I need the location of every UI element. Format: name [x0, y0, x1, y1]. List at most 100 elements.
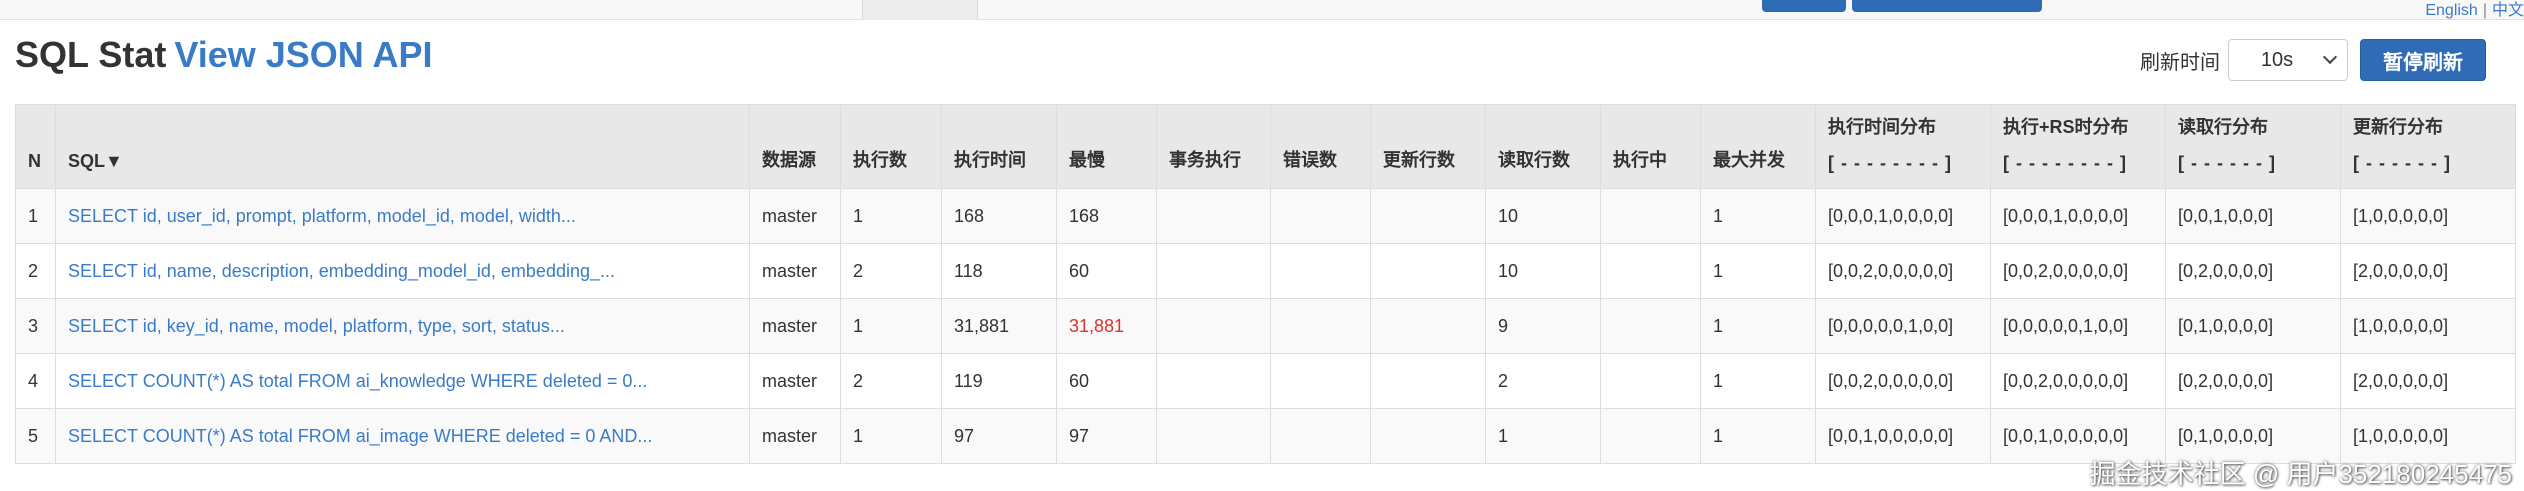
cell-exec-hist: [0,0,0,1,0,0,0,0] — [1816, 189, 1991, 244]
cell-running — [1601, 299, 1701, 354]
cell-exec-hist: [0,0,2,0,0,0,0,0] — [1816, 244, 1991, 299]
cell-n: 2 — [16, 244, 56, 299]
sql-detail-link[interactable]: SELECT COUNT(*) AS total FROM ai_image W… — [68, 426, 652, 446]
table-row: 1 SELECT id, user_id, prompt, platform, … — [16, 189, 2516, 244]
sql-detail-link[interactable]: SELECT COUNT(*) AS total FROM ai_knowled… — [68, 371, 647, 391]
cell-error-count — [1271, 354, 1371, 409]
cell-exec-count: 1 — [841, 409, 942, 464]
cell-datasource: master — [750, 409, 841, 464]
col-header-exec-rs-hist[interactable]: 执行+RS时分布 [ - - - - - - - - ] — [1991, 105, 2166, 189]
cell-datasource: master — [750, 189, 841, 244]
nav-button-1[interactable] — [1762, 0, 1846, 12]
cell-n: 3 — [16, 299, 56, 354]
cell-slowest: 60 — [1057, 244, 1157, 299]
cell-max-concurrent: 1 — [1701, 409, 1816, 464]
cell-exec-time: 97 — [942, 409, 1057, 464]
col-header-sql[interactable]: SQL▼ — [56, 105, 750, 189]
sql-detail-link[interactable]: SELECT id, key_id, name, model, platform… — [68, 316, 565, 336]
cell-read-rows: 2 — [1486, 354, 1601, 409]
col-header-n[interactable]: N — [16, 105, 56, 189]
col-header-exec-count[interactable]: 执行数 — [841, 105, 942, 189]
cell-max-concurrent: 1 — [1701, 189, 1816, 244]
col-header-read-rows[interactable]: 读取行数 — [1486, 105, 1601, 189]
cell-read-hist: [0,1,0,0,0,0] — [2166, 299, 2341, 354]
watermark: 掘金技术社区 @ 用户352180245475 — [2090, 454, 2512, 491]
cell-update-rows — [1371, 354, 1486, 409]
cell-slowest: 168 — [1057, 189, 1157, 244]
cell-txn-exec — [1157, 354, 1271, 409]
cell-running — [1601, 354, 1701, 409]
cell-exec-rs-hist: [0,0,2,0,0,0,0,0] — [1991, 354, 2166, 409]
cell-datasource: master — [750, 244, 841, 299]
cell-error-count — [1271, 409, 1371, 464]
cell-exec-hist: [0,0,2,0,0,0,0,0] — [1816, 354, 1991, 409]
cell-max-concurrent: 1 — [1701, 244, 1816, 299]
cell-sql: SELECT id, key_id, name, model, platform… — [56, 299, 750, 354]
nav-button-2[interactable] — [1852, 0, 2042, 12]
lang-chinese-link[interactable]: 中文 — [2492, 2, 2524, 19]
col-header-running[interactable]: 执行中 — [1601, 105, 1701, 189]
col-header-error-count[interactable]: 错误数 — [1271, 105, 1371, 189]
cell-read-hist: [0,0,1,0,0,0] — [2166, 189, 2341, 244]
table-row: 3 SELECT id, key_id, name, model, platfo… — [16, 299, 2516, 354]
cell-max-concurrent: 1 — [1701, 354, 1816, 409]
cell-exec-hist: [0,0,0,0,0,1,0,0] — [1816, 299, 1991, 354]
cell-read-rows: 10 — [1486, 189, 1601, 244]
top-navbar: English | 中文 — [0, 0, 2524, 20]
col-header-update-rows[interactable]: 更新行数 — [1371, 105, 1486, 189]
chevron-down-icon — [2323, 50, 2337, 64]
exec-hist-title: 执行时间分布 — [1828, 117, 1936, 137]
col-header-datasource[interactable]: 数据源 — [750, 105, 841, 189]
refresh-interval-select[interactable]: 10s — [2228, 39, 2348, 81]
col-header-exec-hist[interactable]: 执行时间分布 [ - - - - - - - - ] — [1816, 105, 1991, 189]
read-hist-title: 读取行分布 — [2178, 117, 2268, 137]
cell-update-hist: [1,0,0,0,0,0] — [2341, 189, 2516, 244]
cell-read-hist: [0,2,0,0,0,0] — [2166, 244, 2341, 299]
cell-exec-hist: [0,0,1,0,0,0,0,0] — [1816, 409, 1991, 464]
cell-error-count — [1271, 244, 1371, 299]
sql-detail-link[interactable]: SELECT id, name, description, embedding_… — [68, 261, 615, 281]
cell-txn-exec — [1157, 409, 1271, 464]
sql-detail-link[interactable]: SELECT id, user_id, prompt, platform, mo… — [68, 206, 576, 226]
cell-sql: SELECT COUNT(*) AS total FROM ai_knowled… — [56, 354, 750, 409]
cell-error-count — [1271, 189, 1371, 244]
cell-running — [1601, 409, 1701, 464]
nav-tab[interactable] — [862, 0, 978, 20]
cell-txn-exec — [1157, 244, 1271, 299]
table-row: 4 SELECT COUNT(*) AS total FROM ai_knowl… — [16, 354, 2516, 409]
cell-slowest-highlighted: 31,881 — [1057, 299, 1157, 354]
cell-exec-time: 31,881 — [942, 299, 1057, 354]
cell-exec-time: 168 — [942, 189, 1057, 244]
col-header-update-hist[interactable]: 更新行分布 [ - - - - - - ] — [2341, 105, 2516, 189]
pause-refresh-button[interactable]: 暂停刷新 — [2360, 39, 2486, 81]
update-hist-title: 更新行分布 — [2353, 117, 2443, 137]
cell-datasource: master — [750, 299, 841, 354]
cell-max-concurrent: 1 — [1701, 299, 1816, 354]
sql-stat-table-container: N SQL▼ 数据源 执行数 执行时间 最慢 事务执行 错误数 更新行数 读取行… — [15, 104, 2515, 464]
cell-datasource: master — [750, 354, 841, 409]
lang-english-link[interactable]: English — [2425, 2, 2477, 19]
col-header-max-concurrent[interactable]: 最大并发 — [1701, 105, 1816, 189]
table-row: 2 SELECT id, name, description, embeddin… — [16, 244, 2516, 299]
cell-update-rows — [1371, 409, 1486, 464]
cell-exec-rs-hist: [0,0,0,1,0,0,0,0] — [1991, 189, 2166, 244]
refresh-interval-value: 10s — [2261, 49, 2293, 72]
cell-n: 5 — [16, 409, 56, 464]
cell-error-count — [1271, 299, 1371, 354]
cell-read-rows: 10 — [1486, 244, 1601, 299]
page-title-text: SQL Stat — [15, 34, 166, 75]
cell-read-hist: [0,2,0,0,0,0] — [2166, 354, 2341, 409]
lang-separator: | — [2483, 2, 2487, 19]
col-header-slowest[interactable]: 最慢 — [1057, 105, 1157, 189]
view-json-api-link[interactable]: View JSON API — [174, 34, 432, 75]
language-switcher: English | 中文 — [2425, 0, 2524, 20]
refresh-interval-label: 刷新时间 — [2140, 46, 2220, 75]
col-header-exec-time[interactable]: 执行时间 — [942, 105, 1057, 189]
cell-update-hist: [2,0,0,0,0,0] — [2341, 354, 2516, 409]
page-title: SQL StatView JSON API — [15, 34, 432, 76]
cell-txn-exec — [1157, 189, 1271, 244]
cell-slowest: 97 — [1057, 409, 1157, 464]
col-header-read-hist[interactable]: 读取行分布 [ - - - - - - ] — [2166, 105, 2341, 189]
col-header-txn-exec[interactable]: 事务执行 — [1157, 105, 1271, 189]
exec-rs-hist-subtitle: [ - - - - - - - - ] — [2003, 153, 2153, 174]
